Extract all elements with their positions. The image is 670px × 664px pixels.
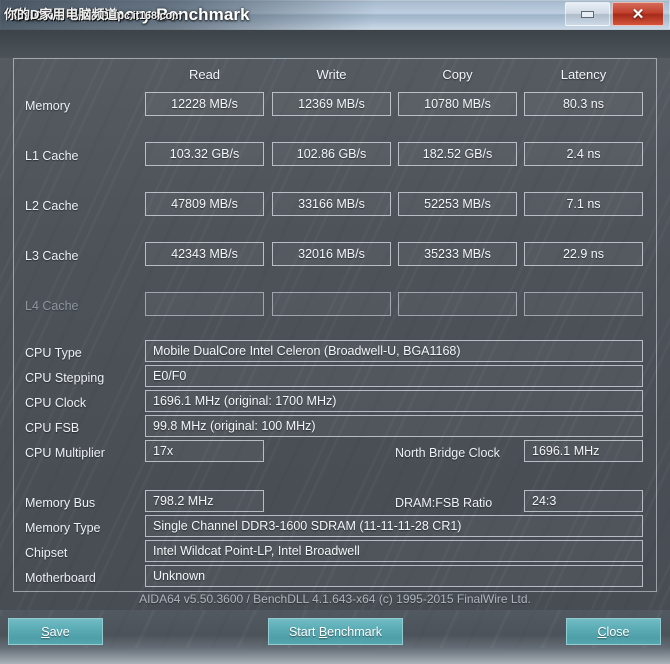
close-accel: C xyxy=(597,624,607,639)
label-cpu-multiplier: CPU Multiplier xyxy=(25,446,105,460)
start-benchmark-button[interactable]: Start Benchmark xyxy=(268,618,403,645)
l1-copy-value: 182.52 GB/s xyxy=(398,142,517,166)
l2-copy-value: 52253 MB/s xyxy=(398,192,517,216)
label-memory-type: Memory Type xyxy=(25,521,101,535)
title-bar: Cache & Memory Benchmark 你的D家用电脑频道pc.it1… xyxy=(0,0,670,30)
memory-copy-value: 10780 MB/s xyxy=(398,92,517,116)
minimize-button[interactable] xyxy=(565,2,610,26)
start-accel: B xyxy=(318,624,328,639)
window-controls: ✕ xyxy=(565,2,664,26)
close-window-button[interactable]: ✕ xyxy=(612,2,664,26)
start-rest: enchmark xyxy=(327,624,383,639)
cpu-multiplier-value: 17x xyxy=(145,440,264,462)
column-header-latency: Latency xyxy=(560,67,607,82)
window-title: Cache & Memory Benchmark xyxy=(12,5,250,24)
version-credit-text: AIDA64 v5.50.3600 / BenchDLL 4.1.643-x64… xyxy=(139,592,531,606)
l4-write-value xyxy=(272,292,391,316)
l3-latency-value: 22.9 ns xyxy=(524,242,643,266)
label-motherboard: Motherboard xyxy=(25,571,96,585)
label-cpu-type: CPU Type xyxy=(25,346,82,360)
l2-latency-value: 7.1 ns xyxy=(524,192,643,216)
label-cpu-clock: CPU Clock xyxy=(25,396,87,410)
l3-write-value: 32016 MB/s xyxy=(272,242,391,266)
column-header-write: Write xyxy=(316,67,347,82)
label-cpu-stepping: CPU Stepping xyxy=(25,371,105,385)
save-button[interactable]: Save xyxy=(8,618,103,645)
row-label-l2-cache: L2 Cache xyxy=(25,199,79,213)
label-north-bridge-clock: North Bridge Clock xyxy=(395,446,500,460)
save-button-label: Save xyxy=(41,625,70,639)
memory-type-value: Single Channel DDR3-1600 SDRAM (11-11-11… xyxy=(145,515,643,537)
close-dialog-button[interactable]: Close xyxy=(566,618,661,645)
memory-read-value: 12228 MB/s xyxy=(145,92,264,116)
motherboard-value: Unknown xyxy=(145,565,643,587)
cpu-fsb-value: 99.8 MHz (original: 100 MHz) xyxy=(145,415,643,437)
label-dram-fsb-ratio: DRAM:FSB Ratio xyxy=(395,496,493,510)
row-label-l1-cache: L1 Cache xyxy=(25,149,79,163)
chipset-value: Intel Wildcat Point-LP, Intel Broadwell xyxy=(145,540,643,562)
close-rest: lose xyxy=(606,624,630,639)
body-top-strip xyxy=(0,30,670,58)
save-rest: ave xyxy=(49,624,70,639)
memory-latency-value: 80.3 ns xyxy=(524,92,643,116)
cpu-stepping-value: E0/F0 xyxy=(145,365,643,387)
label-memory-bus: Memory Bus xyxy=(25,496,96,510)
close-button-label: Close xyxy=(598,625,630,639)
save-accel: S xyxy=(41,624,50,639)
l2-write-value: 33166 MB/s xyxy=(272,192,391,216)
l2-read-value: 47809 MB/s xyxy=(145,192,264,216)
l1-read-value: 103.32 GB/s xyxy=(145,142,264,166)
minimize-icon xyxy=(581,10,594,18)
l1-latency-value: 2.4 ns xyxy=(524,142,643,166)
north-bridge-clock-value: 1696.1 MHz xyxy=(524,440,643,462)
column-header-read: Read xyxy=(188,67,221,82)
label-cpu-fsb: CPU FSB xyxy=(25,421,80,435)
start-pre: Start xyxy=(288,624,319,639)
start-benchmark-label: Start Benchmark xyxy=(289,625,382,639)
label-chipset: Chipset xyxy=(25,546,68,560)
memory-bus-value: 798.2 MHz xyxy=(145,490,264,512)
l1-write-value: 102.86 GB/s xyxy=(272,142,391,166)
l3-copy-value: 35233 MB/s xyxy=(398,242,517,266)
cpu-clock-value: 1696.1 MHz (original: 1700 MHz) xyxy=(145,390,643,412)
memory-write-value: 12369 MB/s xyxy=(272,92,391,116)
l3-read-value: 42343 MB/s xyxy=(145,242,264,266)
row-label-memory: Memory xyxy=(25,99,71,113)
cpu-type-value: Mobile DualCore Intel Celeron (Broadwell… xyxy=(145,340,643,362)
row-label-l3-cache: L3 Cache xyxy=(25,249,79,263)
l4-read-value xyxy=(145,292,264,316)
close-icon: ✕ xyxy=(631,5,645,23)
cache-memory-benchmark-window: Cache & Memory Benchmark 你的D家用电脑频道pc.it1… xyxy=(0,0,670,664)
dram-fsb-ratio-value: 24:3 xyxy=(524,490,643,512)
button-bar: Save Start Benchmark Close xyxy=(0,610,670,664)
column-header-copy: Copy xyxy=(442,67,473,82)
row-label-l4-cache: L4 Cache xyxy=(25,299,79,313)
l4-copy-value xyxy=(398,292,517,316)
l4-latency-value xyxy=(524,292,643,316)
